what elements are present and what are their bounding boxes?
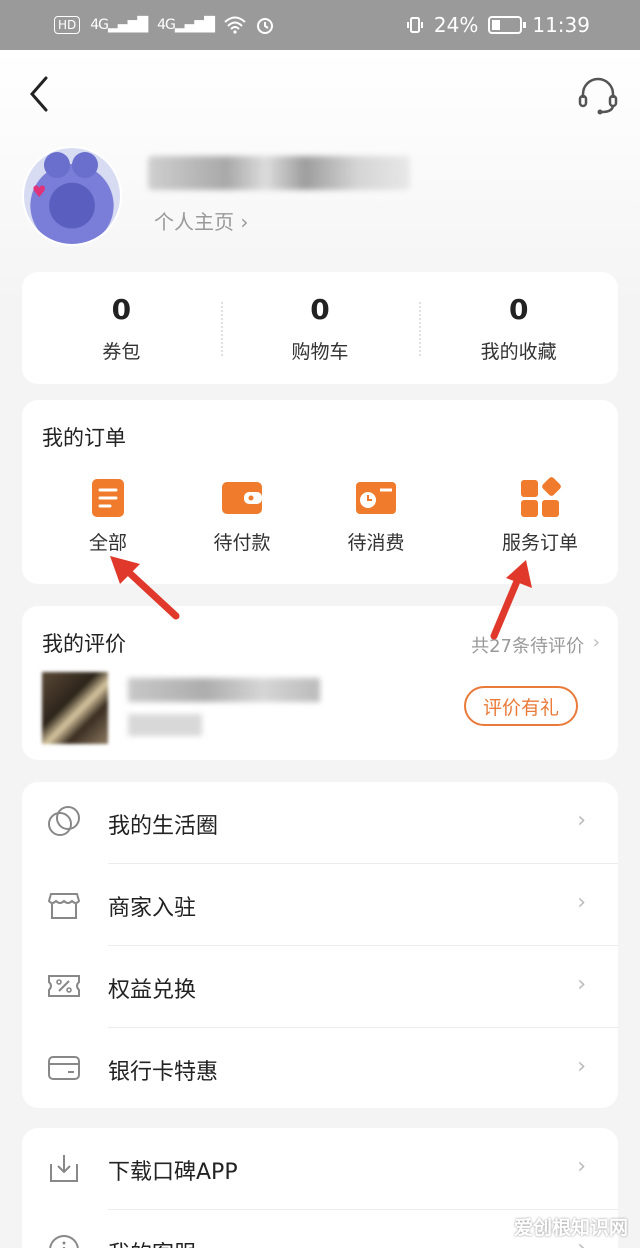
headset-icon[interactable]: [576, 74, 620, 118]
profile-link[interactable]: 个人主页 ›: [154, 206, 248, 235]
order-label: 待消费: [347, 532, 405, 554]
store-icon: [47, 893, 81, 919]
username-blurred: [148, 156, 410, 190]
wifi-icon: [224, 16, 246, 34]
chevron-right-icon: ›: [577, 972, 586, 997]
order-pending-payment[interactable]: 待付款: [194, 476, 290, 555]
review-text-blurred: [128, 714, 202, 736]
menu-label: 商家入驻: [108, 896, 197, 921]
wallet-icon: [222, 482, 262, 514]
menu-item-life-circle[interactable]: 我的生活圈 ›: [22, 782, 618, 864]
chevron-right-icon: ›: [592, 632, 600, 653]
annotation-arrow-right: [490, 560, 532, 640]
grid-diamond-icon: [521, 477, 561, 517]
chevron-right-icon: ›: [577, 1154, 586, 1179]
battery-percent: 24%: [433, 13, 479, 37]
signal-icon-1: 4G▂▄▆█: [90, 17, 148, 33]
vibrate-icon: [406, 17, 423, 33]
heart-icon: ♥: [32, 182, 47, 201]
review-text-blurred: [128, 678, 320, 702]
menu-label: 银行卡特惠: [108, 1060, 219, 1085]
status-bar: HD 4G▂▄▆█ 4G▂▄▆█ 24% 11:39: [0, 0, 640, 50]
status-right: 24% 11:39: [406, 13, 590, 37]
hd-badge: HD: [54, 16, 81, 34]
alarm-icon: [256, 18, 273, 34]
reviews-title: 我的评价: [42, 632, 126, 656]
chevron-right-icon: ›: [577, 808, 586, 833]
review-thumbnail[interactable]: [42, 672, 108, 744]
coupon-percent-icon: [48, 975, 80, 997]
chevron-left-icon[interactable]: [26, 74, 56, 114]
avatar[interactable]: ♥: [22, 146, 122, 246]
menu-label: 下载口碑APP: [108, 1160, 238, 1185]
menu-label: 我的客服: [108, 1236, 196, 1248]
order-pending-use[interactable]: 待消费: [290, 476, 462, 555]
circles-icon: [48, 806, 80, 836]
stat-favorites[interactable]: 0 我的收藏: [419, 272, 618, 384]
stat-value: 0: [310, 292, 330, 326]
stat-value: 0: [111, 292, 132, 326]
order-label: 待付款: [213, 532, 271, 554]
document-icon: [92, 479, 124, 517]
stat-coupons[interactable]: 0 券包: [22, 272, 221, 384]
menu-card: 我的生活圈 › 商家入驻 › 权益兑换 › 银行卡特惠 ›: [22, 782, 618, 1108]
stat-cart[interactable]: 0 购物车: [220, 272, 420, 384]
avatar-ear: [72, 152, 98, 178]
orders-title: 我的订单: [42, 426, 126, 450]
review-reward-button[interactable]: 评价有礼: [464, 686, 578, 726]
stats-card: 0 券包 0 购物车 0 我的收藏: [22, 272, 618, 384]
menu-label: 我的生活圈: [108, 814, 219, 839]
menu-item-bank-card[interactable]: 银行卡特惠 ›: [22, 1028, 618, 1110]
card-icon: [48, 1056, 80, 1080]
order-all[interactable]: 全部: [22, 476, 194, 555]
menu-label: 权益兑换: [108, 978, 197, 1003]
ticket-clock-icon: [356, 482, 396, 514]
stat-label: 我的收藏: [480, 340, 557, 363]
download-icon: [50, 1155, 78, 1182]
menu-item-merchant[interactable]: 商家入驻 ›: [22, 864, 618, 946]
stat-label: 购物车: [291, 340, 349, 363]
menu-item-download-app[interactable]: 下载口碑APP ›: [22, 1128, 618, 1210]
order-items: 全部 待付款 待消费 服务订单: [22, 476, 618, 555]
chevron-right-icon: ›: [577, 890, 586, 915]
info-icon: [49, 1235, 79, 1248]
chevron-right-icon: ›: [577, 1054, 586, 1079]
menu-item-benefits[interactable]: 权益兑换 ›: [22, 946, 618, 1028]
watermark: 爱创根知识网: [513, 1217, 628, 1239]
avatar-ear: [44, 152, 70, 178]
signal-icon-2: 4G▂▄▆█: [157, 17, 215, 33]
clock: 11:39: [532, 13, 590, 37]
stat-value: 0: [508, 292, 529, 326]
order-label: 服务订单: [501, 532, 578, 554]
stat-label: 券包: [102, 340, 141, 363]
battery-icon: [488, 16, 527, 34]
status-left: HD 4G▂▄▆█ 4G▂▄▆█: [54, 16, 274, 34]
order-service[interactable]: 服务订单: [462, 476, 618, 555]
annotation-arrow-left: [110, 556, 180, 620]
